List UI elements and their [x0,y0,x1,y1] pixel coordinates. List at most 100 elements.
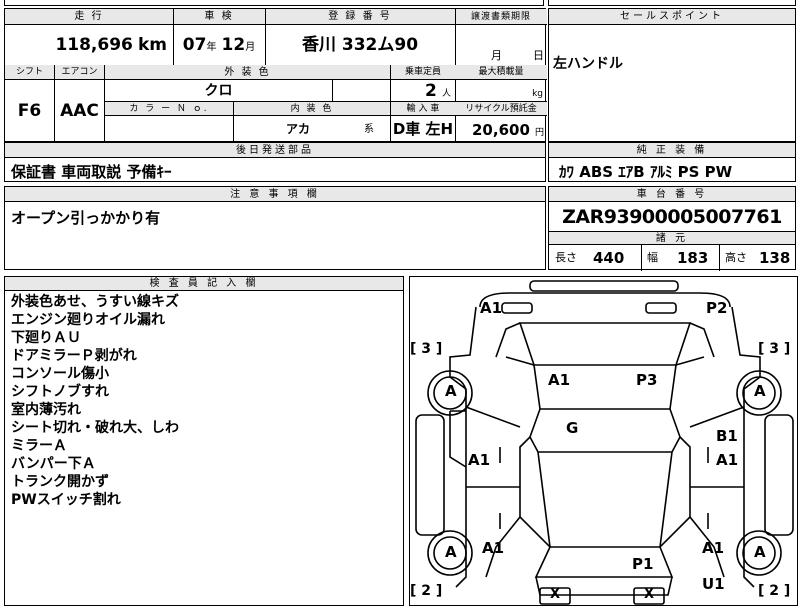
mark-tire-rear-right: A [754,543,766,561]
capacity-unit: 人 [441,89,451,99]
sales-point-label: セールスポイント [549,9,795,25]
bracket-right-bottom: [ 2 ] [758,583,791,599]
transfer-label: 譲渡書類期限 [455,9,547,25]
mark-hood-left: A1 [548,371,571,389]
inspector-note: エンジン廻りオイル漏れ [11,312,165,328]
caution-box: 注 意 事 項 欄 オープン引っかかり有 [4,186,546,270]
bracket-right-top: [ 3 ] [758,341,791,357]
import-value: D車 左H [390,116,455,143]
mark-roof: G [566,419,579,437]
inspector-note: トランク開かず [11,474,109,490]
inspector-note: コンソール傷小 [11,366,109,382]
length-label: 長さ [555,251,577,264]
inspection-value-cell: 07年 12月 [173,25,265,65]
recycle-value-cell: 20,600 円 [455,116,547,143]
interior-value: アカ [286,122,311,136]
shift-label: シフト [5,65,55,80]
caution-text: オープン引っかかり有 [11,209,161,227]
mark-tire-front-right: A [754,382,766,400]
mark-left-door: A1 [468,451,491,469]
inspector-note: ドアミラーＰ剥がれ [11,348,137,364]
sales-point-box: セールスポイント 左ハンドル [548,8,796,142]
mark-right-door-upper: B1 [716,427,738,445]
width-value: 183 [677,249,709,267]
bracket-left-top: [ 3 ] [410,341,443,357]
height-value: 138 [759,249,791,267]
sales-point-text: 左ハンドル [553,56,623,72]
mileage-unit: km [137,35,167,55]
shift-value: F6 [5,80,55,143]
mark-rear-right: A1 [702,539,725,557]
delivery-text: 保証書 車両取説 予備ｷｰ [11,163,172,181]
mark-rear-bottom: U1 [702,575,725,593]
inspection-label: 車 検 [173,9,265,25]
bracket-left-bottom: [ 2 ] [410,583,443,599]
interior-suffix: 系 [364,124,374,135]
specs-label: 諸 元 [549,231,795,245]
length-value: 440 [593,249,625,267]
caution-label: 注 意 事 項 欄 [5,187,545,202]
inspection-month-unit: 月 [245,42,256,53]
inspector-note: 外装色あせ、うすい線キズ [11,294,179,310]
interior-label: 内 装 色 [233,102,390,116]
plate-value: 香川 332ム90 [301,35,419,55]
damage-diagram: [ 3 ] [ 3 ] [ 2 ] [ 2 ] A1 P2 A1 P3 G A1… [409,276,798,606]
recycle-label: リサイクル預託金 [455,102,547,116]
inspection-year: 07 [182,35,207,55]
plate-label: 登 録 番 号 [265,9,455,25]
specs-row: 長さ 440 幅 183 高さ 138 [549,245,795,271]
mileage-value-cell: 118,696 km [5,25,173,65]
vehicle-info-table: 走 行 車 検 登 録 番 号 譲渡書類期限 118,696 km 07年 12… [4,8,547,143]
chassis-label: 車 台 番 号 [549,187,795,202]
inspector-note: 下廻りＡＵ [11,330,81,346]
height-label: 高さ [725,251,747,264]
color-no-label: カ ラ ー Ｎ ｏ. [105,102,233,116]
exterior-value: クロ [105,80,332,102]
transfer-month-unit: 月 [491,49,502,62]
aircon-value: AAC [55,80,105,143]
top-stub [4,0,544,6]
capacity-value: 2 [425,81,437,101]
mark-front-right: P2 [706,299,728,317]
mileage-value: 118,696 [55,35,133,55]
load-unit: kg [455,80,547,102]
recycle-value: 20,600 [472,121,530,139]
color-no-value [105,116,233,143]
mark-hood-right: P3 [636,371,658,389]
transfer-value-cell: 月 日 [455,25,547,65]
mark-front-left: A1 [480,299,503,317]
capacity-label: 乗車定員 [390,65,455,80]
top-stub-right [548,0,796,6]
inspector-note: バンパー下Ａ [11,456,96,472]
load-label: 最大積載量 [455,65,547,80]
capacity-value-cell: 2 人 [390,80,455,102]
mileage-label: 走 行 [5,9,173,25]
inspector-note: シート切れ・破れ大、しわ [11,420,179,436]
transfer-day-unit: 日 [533,49,544,62]
equipment-label: 純 正 装 備 [549,143,795,158]
mark-right-door-lower: A1 [716,451,739,469]
inspection-year-unit: 年 [206,42,217,53]
car-outline [415,280,794,605]
inspector-note: 室内薄汚れ [11,402,81,418]
width-label: 幅 [647,251,658,264]
inspector-note: PWスイッチ割れ [11,492,121,508]
chassis-value: ZAR93900005007761 [562,206,782,228]
inspection-month: 12 [221,35,246,55]
inspector-note: シフトノブすれ [11,384,109,400]
mark-tire-rear-left: A [445,543,457,561]
aircon-label: エアコン [55,65,105,80]
inspector-box: 検 査 員 記 入 欄 外装色あせ、うすい線キズ エンジン廻りオイル漏れ 下廻り… [4,276,404,606]
inspector-label: 検 査 員 記 入 欄 [5,277,403,291]
delivery-box: 後日発送部品 保証書 車両取説 予備ｷｰ [4,142,546,182]
inspector-note: ミラーＡ [11,438,67,454]
mark-rear-left: A1 [482,539,505,557]
equipment-text: ｶﾜ ABS ｴｱB ｱﾙﾐ PS PW [559,163,733,181]
equipment-box: 純 正 装 備 ｶﾜ ABS ｴｱB ｱﾙﾐ PS PW [548,142,796,182]
delivery-label: 後日発送部品 [5,143,545,158]
mark-trunk: P1 [632,555,654,573]
interior-value-cell: アカ 系 [233,116,390,143]
mark-tire-front-left: A [445,382,457,400]
import-label: 輸 入 車 [390,102,455,116]
exterior-label: 外 装 色 [105,65,390,80]
